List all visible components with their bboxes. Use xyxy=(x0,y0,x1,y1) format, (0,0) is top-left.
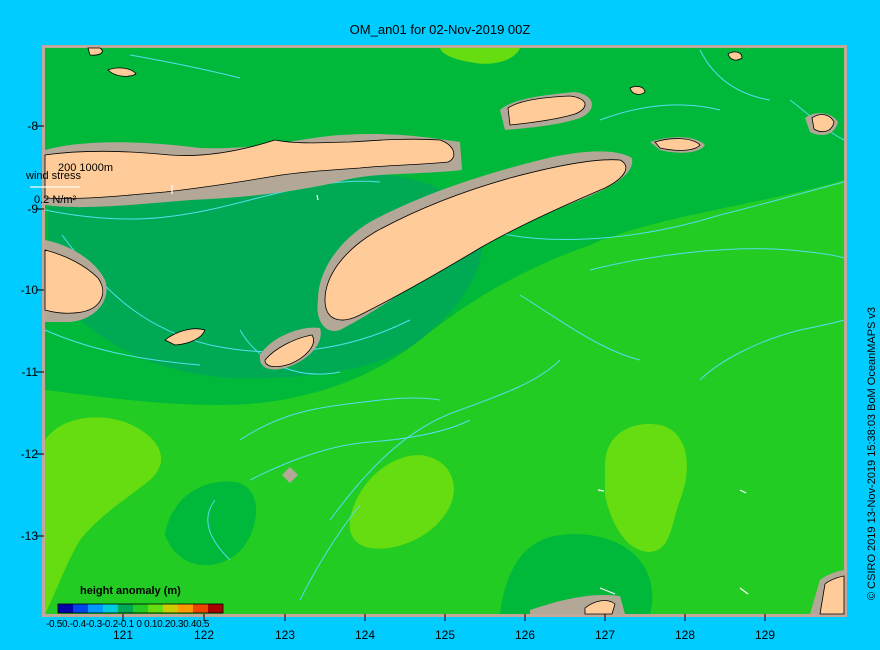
y-tick-label: -11 xyxy=(21,365,38,379)
wind-stress-scale: 0.2 N/m² xyxy=(34,194,77,206)
y-tick-label: -13 xyxy=(20,529,38,543)
sea-height-map xyxy=(30,45,847,621)
colorbar xyxy=(57,603,224,614)
lesser-island-north-2 xyxy=(87,47,103,56)
colorbar-tick-labels: -0.50.-0.4-0.3-0.2-0.1 0 0.10.20.30.40.5 xyxy=(46,619,210,630)
x-tick-label: 125 xyxy=(434,628,456,642)
wind-stress-label: wind stress xyxy=(26,170,82,182)
y-tick-label: -8 xyxy=(27,119,38,133)
x-tick-label: 129 xyxy=(754,628,776,642)
y-tick-label: -12 xyxy=(20,447,38,461)
y-tick-label: -10 xyxy=(20,283,38,297)
x-tick-label: 121 xyxy=(112,628,134,642)
credit-text: © CSIRO 2019 13-Nov-2019 15:38:03 BoM Oc… xyxy=(866,306,878,600)
colorbar-title: height anomaly (m) xyxy=(80,585,181,597)
x-tick-label: 127 xyxy=(594,628,616,642)
x-tick-label: 124 xyxy=(354,628,376,642)
x-tick-label: 128 xyxy=(674,628,696,642)
x-tick-label: 122 xyxy=(193,628,215,642)
x-tick-label: 123 xyxy=(274,628,296,642)
x-tick-label: 126 xyxy=(514,628,536,642)
